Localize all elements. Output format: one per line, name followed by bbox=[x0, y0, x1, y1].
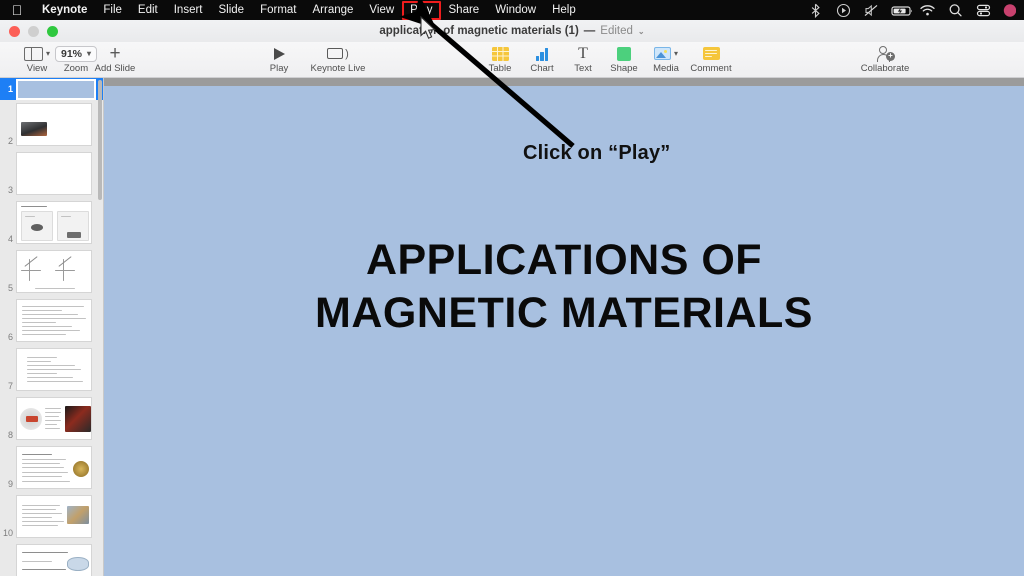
slide-thumbnail-10[interactable]: 10 bbox=[0, 492, 103, 541]
menu-item-view[interactable]: View bbox=[361, 0, 402, 20]
keynote-toolbar: ▾ View 91% ▾ Zoom + Add Slide Play ) Keyn… bbox=[0, 42, 1024, 78]
slide-thumbnail-6[interactable]: 6 bbox=[0, 296, 103, 345]
toolbar-text-label: Text bbox=[574, 63, 592, 74]
toolbar-shape-label: Shape bbox=[610, 63, 638, 74]
slide-navigator[interactable]: 1 2 3 4 5 6 7 8 9 10 bbox=[0, 78, 104, 576]
keynote-live-icon: ) bbox=[327, 44, 349, 63]
navigator-scrollbar[interactable] bbox=[97, 78, 103, 576]
slide-preview-5 bbox=[16, 250, 92, 293]
slide-thumbnail-8[interactable]: 8 bbox=[0, 394, 103, 443]
menu-bar-status-items bbox=[807, 0, 1020, 20]
slide-number-1: 1 bbox=[7, 84, 13, 94]
menu-item-format[interactable]: Format bbox=[252, 0, 304, 20]
edited-status[interactable]: Edited bbox=[600, 25, 633, 37]
toolbar-comment-label: Comment bbox=[690, 63, 732, 74]
toolbar-table-label: Table bbox=[488, 63, 512, 74]
media-icon: ▾ bbox=[653, 44, 678, 63]
slide-number-6: 6 bbox=[7, 332, 13, 342]
table-icon bbox=[491, 44, 509, 63]
window-title-bar: application of magnetic materials (1) — … bbox=[0, 20, 1024, 42]
slide-title-line-1: APPLICATIONS OF bbox=[365, 236, 763, 284]
slide-number-8: 8 bbox=[7, 430, 13, 440]
toolbar-chart-label: Chart bbox=[530, 63, 554, 74]
control-center-icon[interactable] bbox=[975, 2, 992, 19]
slide-thumbnail-3[interactable]: 3 bbox=[0, 149, 103, 198]
menu-item-slide[interactable]: Slide bbox=[211, 0, 253, 20]
slide-canvas-area: APPLICATIONS OF MAGNETIC MATERIALS bbox=[104, 78, 1024, 576]
slide-preview-2 bbox=[16, 103, 92, 146]
text-icon: T bbox=[578, 44, 588, 62]
slide-preview-11 bbox=[16, 544, 92, 576]
bluetooth-icon[interactable] bbox=[807, 2, 824, 19]
toolbar-collaborate-label: Collaborate bbox=[860, 63, 910, 74]
toolbar-keynote-live-label: Keynote Live bbox=[310, 63, 366, 74]
slide-title-text[interactable]: APPLICATIONS OF MAGNETIC MATERIALS bbox=[104, 234, 1024, 340]
keynote-window:  Keynote File Edit Insert Slide Format … bbox=[0, 0, 1024, 576]
document-name: application of magnetic materials (1) bbox=[379, 25, 579, 37]
slide-thumbnail-4[interactable]: 4 bbox=[0, 198, 103, 247]
toolbar-collaborate-button[interactable]: + Collaborate bbox=[850, 44, 920, 78]
slide-preview-4 bbox=[16, 201, 92, 244]
battery-charging-icon[interactable] bbox=[891, 2, 912, 19]
slide-thumbnail-11[interactable]: 11 bbox=[0, 541, 103, 576]
screen-record-icon[interactable] bbox=[835, 2, 852, 19]
spotlight-search-icon[interactable] bbox=[947, 2, 964, 19]
shape-icon bbox=[617, 44, 631, 63]
siri-icon[interactable] bbox=[1003, 2, 1020, 19]
slide-thumbnail-2[interactable]: 2 bbox=[0, 100, 103, 149]
current-slide[interactable]: APPLICATIONS OF MAGNETIC MATERIALS bbox=[104, 86, 1024, 576]
chevron-down-icon[interactable]: ⌄ bbox=[638, 27, 645, 36]
volume-muted-icon[interactable] bbox=[863, 2, 880, 19]
menu-item-play[interactable]: Play bbox=[402, 0, 441, 20]
apple-logo-icon[interactable]:  bbox=[10, 2, 24, 18]
toolbar-media-label: Media bbox=[653, 63, 679, 74]
menu-item-help[interactable]: Help bbox=[544, 0, 584, 20]
toolbar-keynote-live-button[interactable]: ) Keynote Live bbox=[298, 44, 378, 78]
slide-title-line-2: MAGNETIC MATERIALS bbox=[315, 289, 813, 337]
toolbar-comment-button[interactable]: Comment bbox=[680, 44, 742, 78]
slide-thumbnail-7[interactable]: 7 bbox=[0, 345, 103, 394]
slide-thumbnail-5[interactable]: 5 bbox=[0, 247, 103, 296]
menu-item-window[interactable]: Window bbox=[487, 0, 544, 20]
toolbar-play-label: Play bbox=[269, 63, 289, 74]
slide-number-10: 10 bbox=[2, 528, 13, 538]
menu-item-edit[interactable]: Edit bbox=[130, 0, 166, 20]
slide-preview-9 bbox=[16, 446, 92, 489]
menu-item-file[interactable]: File bbox=[95, 0, 130, 20]
chart-icon bbox=[535, 44, 549, 63]
plus-icon: + bbox=[109, 43, 121, 64]
play-triangle-icon bbox=[273, 44, 285, 63]
slide-number-2: 2 bbox=[7, 136, 13, 146]
slide-preview-8 bbox=[16, 397, 92, 440]
menu-item-arrange[interactable]: Arrange bbox=[305, 0, 362, 20]
slide-preview-7 bbox=[16, 348, 92, 391]
slide-preview-6 bbox=[16, 299, 92, 342]
slide-number-5: 5 bbox=[7, 283, 13, 293]
title-separator: — bbox=[583, 25, 596, 37]
menu-item-share[interactable]: Share bbox=[441, 0, 488, 20]
collaborate-icon: + bbox=[876, 44, 895, 63]
slide-preview-3 bbox=[16, 152, 92, 195]
slide-preview-1 bbox=[16, 78, 96, 100]
document-title: application of magnetic materials (1) — … bbox=[0, 25, 1024, 37]
macos-menu-bar:  Keynote File Edit Insert Slide Format … bbox=[0, 0, 1024, 20]
slide-thumbnail-9[interactable]: 9 bbox=[0, 443, 103, 492]
menu-item-keynote[interactable]: Keynote bbox=[34, 0, 95, 20]
toolbar-add-slide-button[interactable]: + Add Slide bbox=[84, 44, 146, 78]
comment-icon bbox=[702, 44, 720, 63]
slide-number-4: 4 bbox=[7, 234, 13, 244]
slide-number-3: 3 bbox=[7, 185, 13, 195]
slide-thumbnail-1[interactable]: 1 bbox=[0, 78, 103, 100]
slide-number-7: 7 bbox=[7, 381, 13, 391]
slide-preview-10 bbox=[16, 495, 92, 538]
navigator-scrollbar-thumb[interactable] bbox=[98, 80, 102, 200]
slide-number-9: 9 bbox=[7, 479, 13, 489]
wifi-icon[interactable] bbox=[919, 2, 936, 19]
toolbar-add-slide-label: Add Slide bbox=[94, 63, 136, 74]
menu-item-insert[interactable]: Insert bbox=[166, 0, 211, 20]
zoom-value: 91% bbox=[60, 47, 82, 60]
